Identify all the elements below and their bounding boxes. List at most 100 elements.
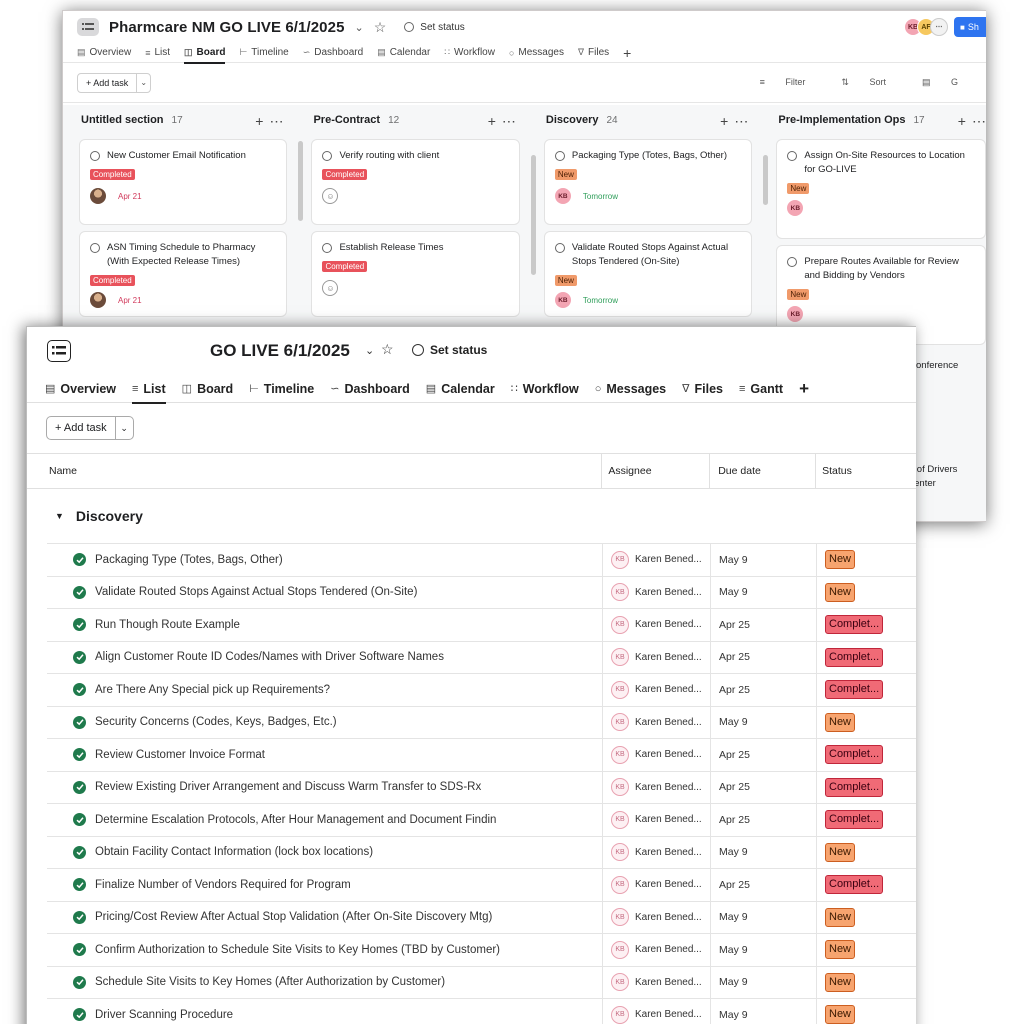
status-cell[interactable]: New xyxy=(817,544,897,576)
set-status-button[interactable]: Set status xyxy=(404,22,465,33)
check-circle-icon[interactable] xyxy=(73,975,86,989)
task-name-cell[interactable]: Finalize Number of Vendors Required for … xyxy=(47,869,603,901)
task-card[interactable]: Packaging Type (Totes, Bags, Other) New … xyxy=(543,139,753,225)
tab-messages[interactable]: ○ Messages xyxy=(509,43,564,63)
avatar[interactable]: KB xyxy=(611,680,629,699)
assignee-cell[interactable]: KB Karen Bened... xyxy=(603,999,711,1024)
avatar[interactable]: KB xyxy=(787,306,804,322)
column-actions[interactable]: +⋯ xyxy=(255,113,289,130)
task-name-cell[interactable]: Run Though Route Example xyxy=(47,609,603,641)
check-circle-icon[interactable] xyxy=(73,943,86,957)
status-cell[interactable]: New xyxy=(817,707,897,739)
table-row[interactable]: Pricing/Cost Review After Actual Stop Va… xyxy=(47,900,916,933)
status-badge[interactable]: New xyxy=(825,972,856,992)
avatar[interactable]: KB xyxy=(611,810,629,829)
due-date-cell[interactable]: May 9 xyxy=(711,934,817,966)
status-cell[interactable]: Complet... xyxy=(817,642,897,674)
status-cell[interactable]: Complet... xyxy=(817,869,897,901)
add-tab-icon[interactable]: + xyxy=(799,379,809,399)
avatar[interactable] xyxy=(90,292,106,308)
assignee-cell[interactable]: KB Karen Bened... xyxy=(603,966,711,998)
tab-dashboard[interactable]: ∽ Dashboard xyxy=(330,375,410,403)
column-header-name[interactable]: Name xyxy=(27,454,603,488)
assignee-cell[interactable]: KB Karen Bened... xyxy=(603,934,711,966)
assignee-cell[interactable]: KB Karen Bened... xyxy=(603,609,711,641)
check-circle-icon[interactable] xyxy=(73,585,86,599)
status-badge[interactable]: New xyxy=(825,842,856,862)
avatar[interactable] xyxy=(90,188,106,204)
table-row[interactable]: Align Customer Route ID Codes/Names with… xyxy=(47,640,916,674)
avatar[interactable]: KB xyxy=(611,908,629,927)
status-cell[interactable]: New xyxy=(817,577,897,609)
avatar[interactable]: KB xyxy=(611,973,629,992)
task-card[interactable]: Assign On-Site Resources to Location for… xyxy=(776,139,986,239)
task-name-cell[interactable]: Validate Routed Stops Against Actual Sto… xyxy=(47,576,603,608)
task-card[interactable]: Establish Release Times Completed ☺ xyxy=(311,231,520,317)
check-circle-icon[interactable] xyxy=(322,151,333,161)
status-badge[interactable]: Complet... xyxy=(825,810,884,830)
tab-overview[interactable]: ▤ Overview xyxy=(45,375,116,403)
share-button[interactable]: ■ Sh xyxy=(954,17,986,37)
assignee-cell[interactable]: KB Karen Bened... xyxy=(603,804,711,836)
due-date-cell[interactable]: May 9 xyxy=(711,901,817,933)
check-circle-icon[interactable] xyxy=(73,1008,86,1022)
task-name-cell[interactable]: Schedule Site Visits to Key Homes (After… xyxy=(47,966,603,998)
table-row[interactable]: Finalize Number of Vendors Required for … xyxy=(47,868,916,901)
due-date[interactable]: Tomorrow xyxy=(583,296,618,305)
tab-dashboard[interactable]: ∽ Dashboard xyxy=(303,43,363,63)
assignee-cell[interactable]: KB Karen Bened... xyxy=(603,836,711,868)
unassigned-avatar-icon[interactable]: ☺ xyxy=(322,188,339,204)
check-circle-icon[interactable] xyxy=(90,151,100,161)
task-name-cell[interactable]: Driver Scanning Procedure xyxy=(47,999,603,1024)
due-date-cell[interactable]: May 9 xyxy=(711,999,817,1024)
status-cell[interactable]: New xyxy=(817,999,897,1024)
tab-workflow[interactable]: ∷ Workflow xyxy=(511,375,579,403)
table-row[interactable]: Schedule Site Visits to Key Homes (After… xyxy=(47,965,916,998)
check-circle-icon[interactable] xyxy=(73,878,86,892)
table-row[interactable]: Run Though Route Example KB Karen Bened...… xyxy=(47,608,916,641)
assignee-cell[interactable]: KB Karen Bened... xyxy=(603,869,711,901)
project-list-icon[interactable] xyxy=(77,18,99,36)
star-icon[interactable]: ☆ xyxy=(381,341,394,358)
table-row[interactable]: Obtain Facility Contact Information (loc… xyxy=(47,835,916,868)
due-date[interactable]: Tomorrow xyxy=(583,192,618,201)
collapse-triangle-icon[interactable]: ▼ xyxy=(55,511,64,521)
task-card[interactable]: Validate Routed Stops Against Actual Sto… xyxy=(543,231,753,317)
check-circle-icon[interactable] xyxy=(73,618,86,632)
task-name-cell[interactable]: Review Customer Invoice Format xyxy=(47,739,603,771)
tab-overview[interactable]: ▤ Overview xyxy=(77,43,131,63)
check-circle-icon[interactable] xyxy=(73,813,86,827)
due-date-cell[interactable]: May 9 xyxy=(711,576,817,608)
check-circle-icon[interactable] xyxy=(322,243,333,253)
status-badge[interactable]: New xyxy=(825,907,856,927)
table-row[interactable]: Driver Scanning Procedure KB Karen Bened..… xyxy=(47,998,916,1024)
avatar[interactable]: KB xyxy=(611,940,629,959)
status-cell[interactable]: New xyxy=(817,934,897,966)
member-avatars[interactable]: KB AF ⋯ xyxy=(904,18,948,36)
avatar[interactable]: KB xyxy=(611,843,629,862)
check-circle-icon[interactable] xyxy=(73,650,86,664)
table-row[interactable]: Review Existing Driver Arrangement and D… xyxy=(47,770,916,803)
tab-timeline[interactable]: ⊢ Timeline xyxy=(249,375,314,403)
avatar[interactable]: KB xyxy=(611,550,629,569)
task-name-cell[interactable]: Security Concerns (Codes, Keys, Badges, … xyxy=(47,706,603,738)
table-row[interactable]: Confirm Authorization to Schedule Site V… xyxy=(47,933,916,966)
avatar[interactable]: KB xyxy=(611,745,629,764)
status-badge[interactable]: Complet... xyxy=(825,615,884,635)
check-circle-icon[interactable] xyxy=(787,257,798,267)
avatar[interactable]: KB xyxy=(554,292,571,308)
tab-board[interactable]: ◫ Board xyxy=(184,43,226,64)
tab-files[interactable]: ∇ Files xyxy=(578,43,609,63)
assignee-cell[interactable]: KB Karen Bened... xyxy=(603,576,711,608)
column-actions[interactable]: +⋯ xyxy=(720,113,754,130)
avatar[interactable]: KB xyxy=(611,875,629,894)
avatar[interactable]: KB xyxy=(554,188,571,204)
status-badge[interactable]: New xyxy=(825,712,856,732)
due-date-cell[interactable]: Apr 25 xyxy=(711,609,817,641)
column-header-due-date[interactable]: Due date xyxy=(710,454,817,488)
tab-list[interactable]: ≡ List xyxy=(132,375,166,404)
due-date-cell[interactable]: May 9 xyxy=(711,706,817,738)
due-date-cell[interactable]: May 9 xyxy=(711,966,817,998)
column-actions[interactable]: +⋯ xyxy=(958,113,986,130)
star-icon[interactable]: ☆ xyxy=(374,19,387,36)
